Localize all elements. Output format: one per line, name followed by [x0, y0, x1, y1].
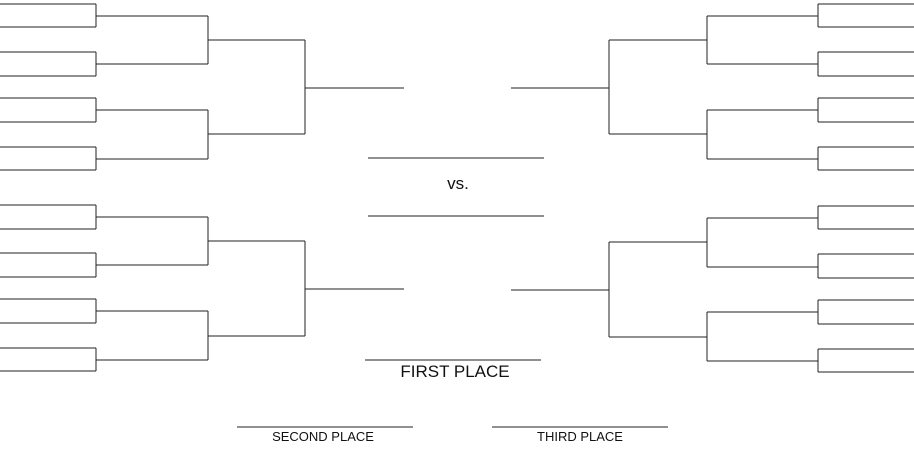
third-place-label: THIRD PLACE	[537, 429, 623, 444]
tournament-bracket: vs. FIRST PLACE SECOND PLACE THIRD PLACE	[0, 0, 914, 470]
bracket-lines	[0, 3, 914, 428]
second-place-label: SECOND PLACE	[272, 429, 374, 444]
first-place-label: FIRST PLACE	[400, 362, 510, 381]
vs-label: vs.	[447, 174, 469, 193]
